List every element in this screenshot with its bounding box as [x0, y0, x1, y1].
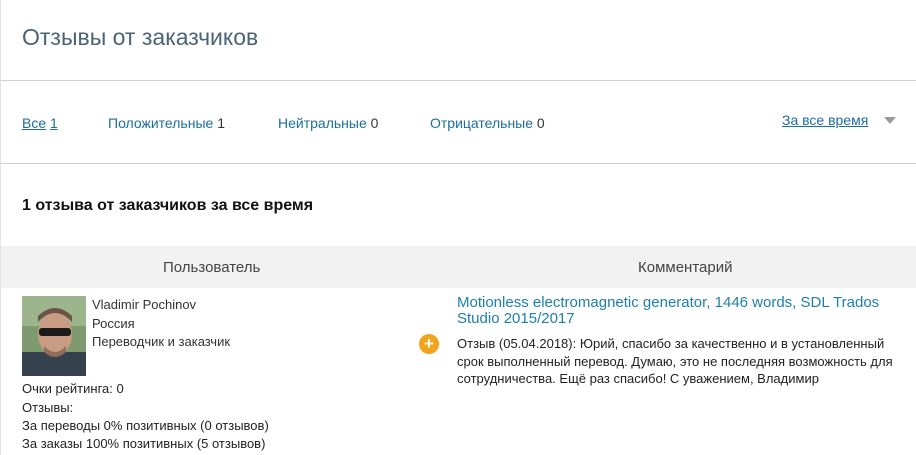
column-header-comment: Комментарий [638, 259, 733, 276]
user-translations-stat: За переводы 0% позитивных (0 отзывов) [22, 418, 269, 433]
review-text: Отзыв (05.04.2018): Юрий, спасибо за кач… [457, 336, 893, 386]
project-link[interactable]: Motionless electromagnetic generator, 14… [457, 295, 907, 327]
filter-negative-count: 0 [536, 115, 545, 131]
user-reviews-label: Отзывы: [22, 400, 74, 415]
chevron-down-icon[interactable] [884, 117, 896, 124]
reviews-summary: 1 отзыва от заказчиков за все время [22, 197, 314, 214]
page-frame: Отзывы от заказчиков Все 1 Положительные… [0, 0, 916, 455]
divider [1, 80, 916, 81]
table-header: Пользователь Комментарий [1, 246, 916, 288]
filter-positive-count: 1 [217, 115, 225, 131]
user-name[interactable]: Vladimir Pochinov [92, 297, 196, 312]
user-orders-stat: За заказы 100% позитивных (5 отзывов) [22, 436, 266, 451]
user-role: Переводчик и заказчик [92, 334, 231, 349]
page-title: Отзывы от заказчиков [22, 24, 259, 50]
period-dropdown[interactable]: За все время [782, 112, 868, 128]
column-header-user: Пользователь [163, 259, 261, 276]
filter-all[interactable]: Все 1 [22, 115, 58, 131]
filter-neutral[interactable]: Нейтральные 0 [278, 115, 378, 131]
filter-negative[interactable]: Отрицательные 0 [430, 115, 545, 131]
divider [1, 163, 916, 164]
plus-icon: + [419, 334, 439, 354]
filter-all-label: Все [22, 115, 47, 131]
filter-positive[interactable]: Положительные 1 [108, 115, 225, 131]
filter-all-count: 1 [50, 115, 58, 131]
filter-positive-label: Положительные [108, 115, 214, 131]
filter-neutral-count: 0 [370, 115, 379, 131]
avatar[interactable] [22, 296, 86, 376]
user-rating: Очки рейтинга: 0 [22, 381, 124, 396]
user-country: Россия [92, 316, 135, 331]
filter-negative-label: Отрицательные [430, 115, 534, 131]
filter-neutral-label: Нейтральные [278, 115, 367, 131]
